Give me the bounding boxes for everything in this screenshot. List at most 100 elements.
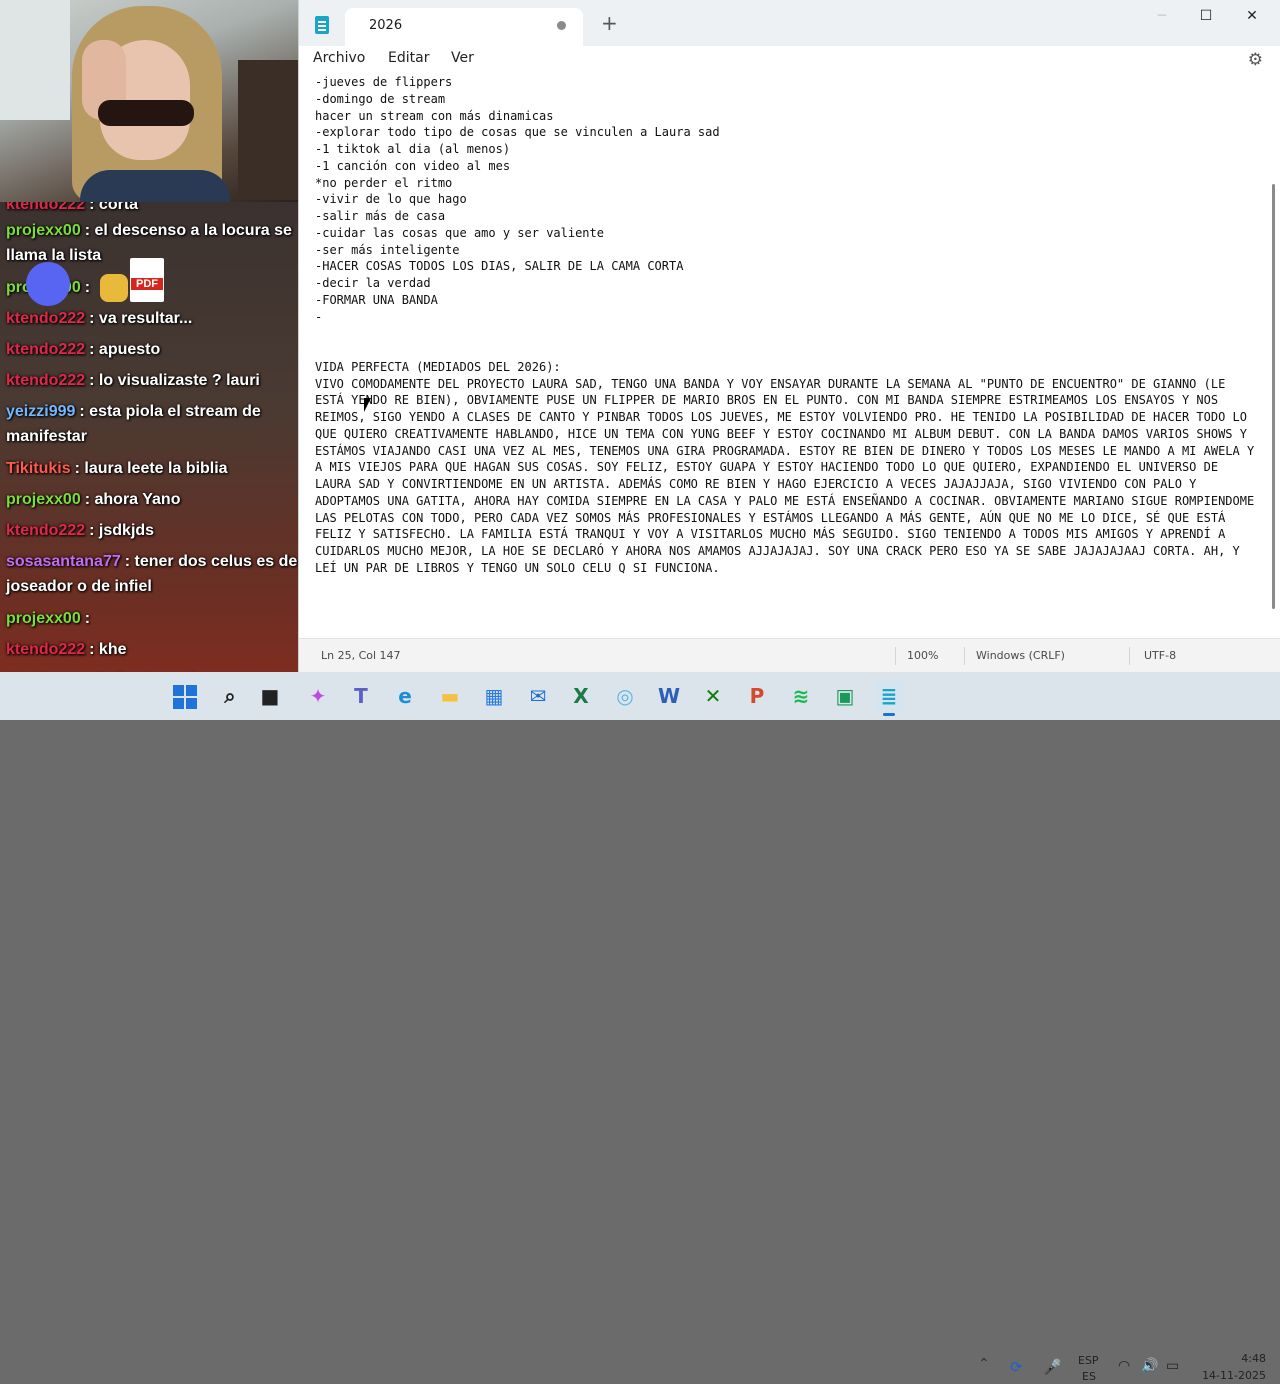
chat-text: apuesto	[98, 341, 161, 358]
language-bottom[interactable]: ES	[1082, 1370, 1096, 1383]
chat-colon: :	[84, 222, 95, 239]
chat-message: sosasantana77: tener dos celus es de jos…	[6, 549, 298, 599]
text-line[interactable]: -HACER COSAS TODOS LOS DIAS, SALIR DE LA…	[315, 258, 1259, 275]
text-line[interactable]	[315, 342, 1259, 359]
word-icon[interactable]: W	[654, 680, 684, 712]
chat-message: ktendo222: lo visualizaste ? lauri	[6, 368, 298, 393]
close-button[interactable]: ✕	[1229, 0, 1275, 32]
text-line[interactable]: -FORMAR UNA BANDA	[315, 292, 1259, 309]
text-line[interactable]: -1 tiktok al dia (al menos)	[315, 141, 1259, 158]
maximize-button[interactable]: ☐	[1183, 0, 1229, 32]
zoom-level[interactable]: 100%	[907, 649, 938, 662]
chat-text: khe	[98, 641, 127, 658]
chat-text: jsdkjds	[98, 522, 155, 539]
twitch-app-icon[interactable]: ▣	[830, 680, 860, 712]
notepad-taskbar-icon[interactable]: ≣	[874, 680, 904, 716]
new-tab-plus-icon[interactable]: +	[601, 13, 618, 33]
text-line[interactable]: -	[315, 309, 1259, 326]
text-line[interactable]: *no perder el ritmo	[315, 175, 1259, 192]
chat-message: Tikitukis: laura leete la biblia	[6, 456, 298, 481]
text-line[interactable]: VIDA PERFECTA (MEDIADOS DEL 2026):	[315, 359, 1259, 376]
text-line[interactable]: -vivir de lo que hago	[315, 191, 1259, 208]
unsaved-dot-icon[interactable]	[557, 21, 566, 30]
text-line[interactable]: -decir la verdad	[315, 275, 1259, 292]
encoding[interactable]: UTF-8	[1144, 649, 1176, 662]
text-line[interactable]: -1 canción con video al mes	[315, 158, 1259, 175]
copilot-icon[interactable]: ✦	[303, 680, 333, 712]
store-icon[interactable]: ▦	[479, 680, 509, 712]
chat-username: projexx00	[6, 610, 81, 627]
chat-username: ktendo222	[6, 522, 86, 539]
search-icon[interactable]: ⌕	[215, 680, 245, 712]
battery-icon[interactable]: ▭	[1166, 1358, 1179, 1374]
editor-text[interactable]: -jueves de flippers -domingo de stream hac…	[315, 74, 1259, 577]
text-editor[interactable]: -jueves de flippers -domingo de stream hac…	[299, 74, 1263, 638]
spotify-icon[interactable]: ≋	[786, 680, 816, 712]
tab-2026[interactable]: 2026	[345, 8, 583, 46]
excel-icon[interactable]: X	[566, 680, 596, 712]
xbox-icon[interactable]: ✕	[698, 680, 728, 712]
discord-icon[interactable]	[26, 262, 70, 306]
powerpoint-icon[interactable]: P	[742, 680, 772, 712]
chat-colon: :	[124, 553, 135, 570]
menu-ver[interactable]: Ver	[451, 50, 474, 66]
text-line[interactable]: hacer un stream con más dinamicas	[315, 108, 1259, 125]
chat-username: yeizzi999	[6, 403, 76, 420]
text-line[interactable]: -explorar todo tipo de cosas que se vinc…	[315, 124, 1259, 141]
menu-archivo[interactable]: Archivo	[313, 50, 365, 66]
tab-title: 2026	[369, 18, 403, 33]
teams-icon[interactable]: T	[346, 680, 376, 712]
microphone-icon[interactable]: 🎤	[1043, 1358, 1062, 1376]
tray-chevron-up-icon[interactable]: ⌃	[978, 1356, 990, 1372]
chat-message: ktendo222: apuesto	[6, 337, 298, 362]
mail-icon[interactable]: ✉	[523, 680, 553, 712]
chat-colon: :	[84, 491, 95, 508]
text-line[interactable]: VIVO COMODAMENTE DEL PROYECTO LAURA SAD,…	[315, 376, 1259, 577]
menu-bar: Archivo Editar Ver ⚙	[299, 46, 1280, 74]
sync-icon[interactable]: ⟳	[1010, 1358, 1023, 1376]
status-bar: Ln 25, Col 147 100% Windows (CRLF) UTF-8	[299, 638, 1280, 672]
language-top[interactable]: ESP	[1078, 1354, 1099, 1367]
text-line[interactable]: -domingo de stream	[315, 91, 1259, 108]
text-line[interactable]	[315, 325, 1259, 342]
text-line[interactable]: -jueves de flippers	[315, 74, 1259, 91]
start-windows-icon[interactable]	[170, 680, 200, 712]
file-explorer-icon[interactable]: ▬	[435, 680, 465, 712]
chat-colon: :	[89, 641, 99, 658]
chat-username: Tikitukis	[6, 460, 71, 477]
task-view-icon[interactable]: ■	[255, 680, 285, 712]
pdf-icon[interactable]: PDF	[130, 258, 164, 302]
text-line[interactable]: -ser más inteligente	[315, 242, 1259, 259]
wifi-icon[interactable]: ◠	[1118, 1358, 1130, 1374]
notepad-window: 2026 + ─ ☐ ✕ Archivo Editar Ver ⚙ -jueve…	[298, 0, 1280, 672]
minimize-button[interactable]: ─	[1139, 0, 1185, 32]
line-ending[interactable]: Windows (CRLF)	[976, 649, 1065, 662]
vertical-scrollbar[interactable]	[1265, 74, 1280, 638]
pdf-icon-label: PDF	[131, 278, 163, 290]
status-divider	[964, 647, 965, 665]
text-line[interactable]: -cuidar las cosas que amo y ser valiente	[315, 225, 1259, 242]
taskbar: ⌕ ■ ✦ Te ▬ ▦ ✉ X ◎ W ✕ P ≋ ▣ ≣ ⌃ ⟳ 🎤 ESP ES ◠ 🔊 ▭ 4:48…	[0, 672, 1280, 1383]
user-folder-icon[interactable]	[100, 274, 128, 302]
edge-icon[interactable]: e	[390, 680, 420, 712]
chat-colon: :	[89, 372, 99, 389]
chat-colon: :	[89, 341, 99, 358]
cursor-position: Ln 25, Col 147	[321, 649, 401, 662]
webcam-sunglasses	[98, 100, 194, 126]
chat-colon: :	[74, 460, 85, 477]
chat-colon: :	[89, 522, 99, 539]
notepad-app-icon	[315, 16, 329, 34]
app-icon[interactable]: ◎	[610, 680, 640, 712]
chat-colon: :	[89, 202, 99, 213]
volume-icon[interactable]: 🔊	[1141, 1358, 1158, 1374]
status-divider	[1129, 647, 1130, 665]
chat-text: ahora Yano	[94, 491, 181, 508]
text-line[interactable]: -salir más de casa	[315, 208, 1259, 225]
menu-editar[interactable]: Editar	[388, 50, 429, 66]
webcam-person-shirt	[80, 170, 230, 202]
settings-gear-icon[interactable]: ⚙	[1248, 50, 1263, 70]
scroll-thumb[interactable]	[1272, 184, 1275, 609]
chat-message: ktendo222: corta	[6, 202, 298, 217]
system-clock[interactable]: 4:48 14-11-2025	[1196, 1350, 1266, 1384]
chat-username: projexx00	[6, 222, 81, 239]
